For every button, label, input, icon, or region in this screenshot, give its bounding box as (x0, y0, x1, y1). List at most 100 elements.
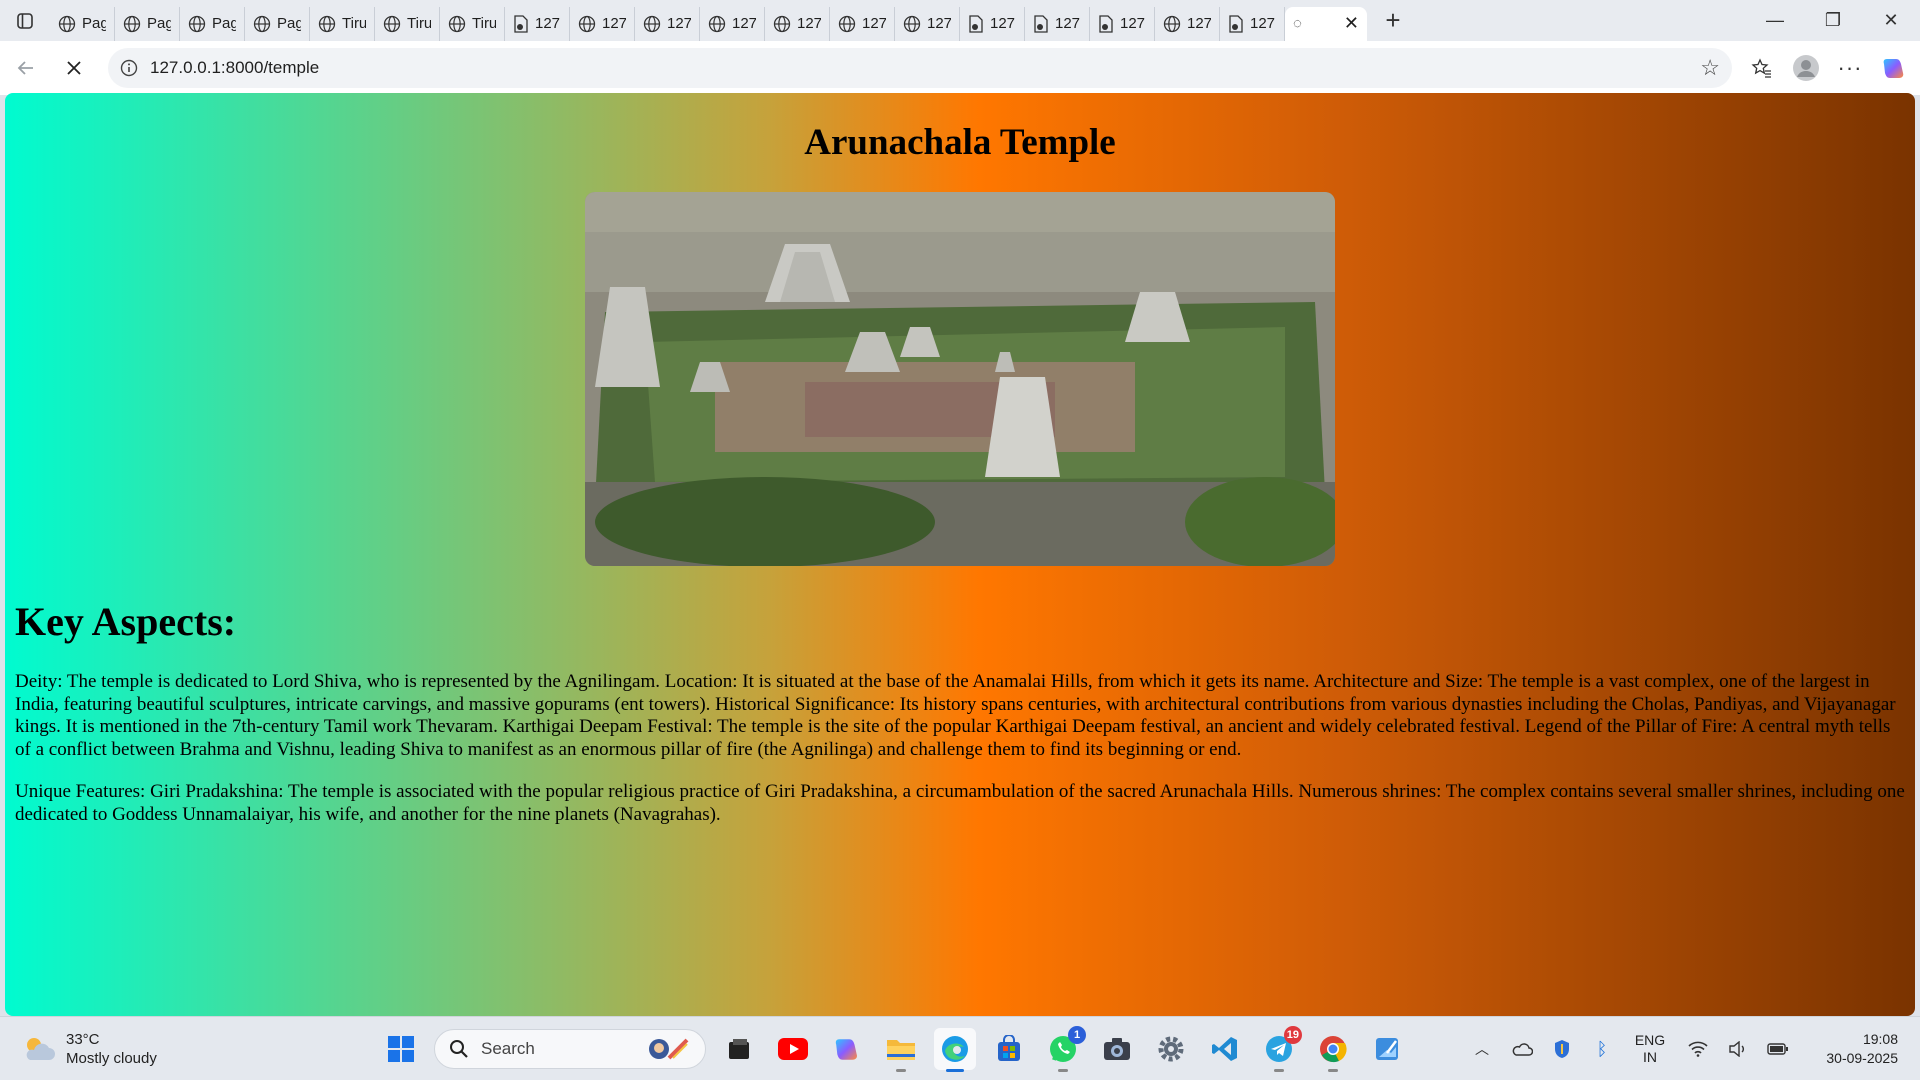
tab-label: Tiruvannamalai (407, 15, 431, 32)
tab-14[interactable]: 127.0.0.1 (960, 6, 1025, 41)
whatsapp-badge: 1 (1068, 1026, 1086, 1044)
file-icon (1033, 14, 1049, 33)
clock-date: 30-09-2025 (1826, 1050, 1898, 1066)
tab-label: Page (212, 15, 236, 32)
file-explorer-app[interactable] (880, 1028, 922, 1072)
temple-aerial-image (585, 192, 1335, 566)
tab-actions-button[interactable] (0, 0, 50, 41)
tab-label: 127.0.0.1 (990, 15, 1016, 32)
telegram-app[interactable]: 19 (1258, 1026, 1302, 1072)
profile-avatar-icon[interactable] (1784, 46, 1828, 90)
globe-icon (773, 15, 791, 33)
camera-app[interactable] (1096, 1028, 1138, 1070)
close-tab-icon[interactable]: ✕ (1344, 13, 1359, 34)
tab-label: 127.0.0.1 (1120, 15, 1146, 32)
close-window-button[interactable]: ✕ (1862, 0, 1920, 41)
vscode-app[interactable] (1204, 1028, 1246, 1070)
tab-18[interactable]: 127.0.0.1 (1220, 6, 1285, 41)
stop-icon (67, 61, 81, 75)
tab-1[interactable]: Page (115, 6, 180, 41)
new-tab-button[interactable]: + (1371, 4, 1415, 38)
chevron-up-icon[interactable]: ︿ (1462, 1029, 1502, 1069)
globe-icon (318, 15, 336, 33)
edge-app[interactable] (934, 1028, 976, 1072)
weather-temperature: 33°C (66, 1030, 100, 1048)
tab-11[interactable]: 127.0.0.1 (765, 6, 830, 41)
paint-icon (1376, 1038, 1398, 1060)
windows-logo-icon (388, 1036, 414, 1062)
system-tray: ︿ ᛒ ENG IN 19:08 30-09-2025 (1462, 1017, 1920, 1080)
tab-0[interactable]: Page (50, 6, 115, 41)
tab-3[interactable]: Page (245, 6, 310, 41)
tab-17[interactable]: 127.0.0.1 (1155, 6, 1220, 41)
tab-16[interactable]: 127.0.0.1 (1090, 6, 1155, 41)
tab-label: 127.0.0.1 (797, 15, 821, 32)
language-region: IN (1643, 1049, 1657, 1065)
address-bar[interactable]: 127.0.0.1:8000/temple ☆ (108, 48, 1732, 88)
favorite-star-icon[interactable]: ☆ (1700, 55, 1720, 81)
site-info-icon[interactable] (120, 59, 138, 77)
tab-5[interactable]: Tiruvannamalai (375, 6, 440, 41)
gear-icon (1158, 1036, 1184, 1062)
globe-icon (643, 15, 661, 33)
microsoft-store-app[interactable] (988, 1028, 1030, 1070)
tab-13[interactable]: 127.0.0.1 (895, 6, 960, 41)
tab-label: Tiruvannamalai (472, 15, 496, 32)
minimize-button[interactable]: — (1746, 0, 1804, 41)
more-options-icon[interactable]: ··· (1828, 46, 1872, 90)
wifi-icon[interactable] (1678, 1029, 1718, 1069)
globe-icon (188, 15, 206, 33)
back-arrow-icon (17, 61, 33, 75)
windows-taskbar: 33°C Mostly cloudy Search 1 19 ︿ ᛒ ENG I… (0, 1016, 1920, 1080)
back-button[interactable] (2, 44, 50, 92)
security-shield-icon[interactable] (1542, 1029, 1582, 1069)
globe-icon (903, 15, 921, 33)
tab-15[interactable]: 127.0.0.1 (1025, 6, 1090, 41)
url-text[interactable]: 127.0.0.1:8000/temple (150, 58, 1700, 78)
page-title: Arunachala Temple (804, 122, 1116, 163)
file-manager-app[interactable] (718, 1028, 760, 1070)
file-icon (1228, 14, 1244, 33)
paint-app[interactable] (1366, 1028, 1408, 1070)
settings-app[interactable] (1150, 1028, 1192, 1070)
tab-label: 127.0.0.1 (602, 15, 626, 32)
tab-label: Page (147, 15, 171, 32)
tab-label: Tiruvannamalai (342, 15, 366, 32)
tab-7[interactable]: 127.0.0.1 (505, 6, 570, 41)
window-controls: — ❐ ✕ (1746, 0, 1920, 41)
tab-4[interactable]: Tiruvannamalai (310, 6, 375, 41)
folder-icon (887, 1040, 915, 1060)
copilot-app[interactable] (826, 1028, 868, 1070)
language-code: ENG (1634, 1032, 1666, 1048)
tab-9[interactable]: 127.0.0.1 (635, 6, 700, 41)
tab-2[interactable]: Page (180, 6, 245, 41)
loading-icon: ◌ (1293, 15, 1302, 32)
file-icon (513, 14, 529, 33)
youtube-app[interactable] (772, 1028, 814, 1070)
whatsapp-app[interactable]: 1 (1042, 1026, 1086, 1072)
start-button[interactable] (380, 1028, 422, 1070)
copilot-icon[interactable] (1872, 46, 1916, 90)
tab-active[interactable]: ◌ ✕ (1285, 6, 1367, 41)
system-clock[interactable]: 19:08 30-09-2025 (1798, 1030, 1898, 1068)
language-indicator[interactable]: ENG IN (1622, 1032, 1678, 1066)
onedrive-icon[interactable] (1502, 1029, 1542, 1069)
stop-loading-button[interactable] (50, 44, 98, 92)
favorites-icon[interactable] (1740, 46, 1784, 90)
taskbar-search[interactable]: Search (434, 1029, 706, 1069)
volume-icon[interactable] (1718, 1029, 1758, 1069)
battery-icon[interactable] (1758, 1029, 1798, 1069)
weather-widget[interactable]: 33°C Mostly cloudy (22, 1030, 322, 1068)
tab-label: 127.0.0.1 (732, 15, 756, 32)
tab-6[interactable]: Tiruvannamalai (440, 6, 505, 41)
restore-button[interactable]: ❐ (1804, 0, 1862, 41)
tab-label: 127.0.0.1 (862, 15, 886, 32)
unique-features-paragraph: Unique Features: Giri Pradakshina: The t… (15, 781, 1905, 825)
tab-12[interactable]: 127.0.0.1 (830, 6, 895, 41)
taskbar-apps: Search 1 19 (380, 1017, 1408, 1080)
bluetooth-icon[interactable]: ᛒ (1582, 1029, 1622, 1069)
tab-8[interactable]: 127.0.0.1 (570, 6, 635, 41)
tab-10[interactable]: 127.0.0.1 (700, 6, 765, 41)
chrome-app[interactable] (1312, 1028, 1354, 1072)
chrome-icon (1320, 1036, 1347, 1063)
